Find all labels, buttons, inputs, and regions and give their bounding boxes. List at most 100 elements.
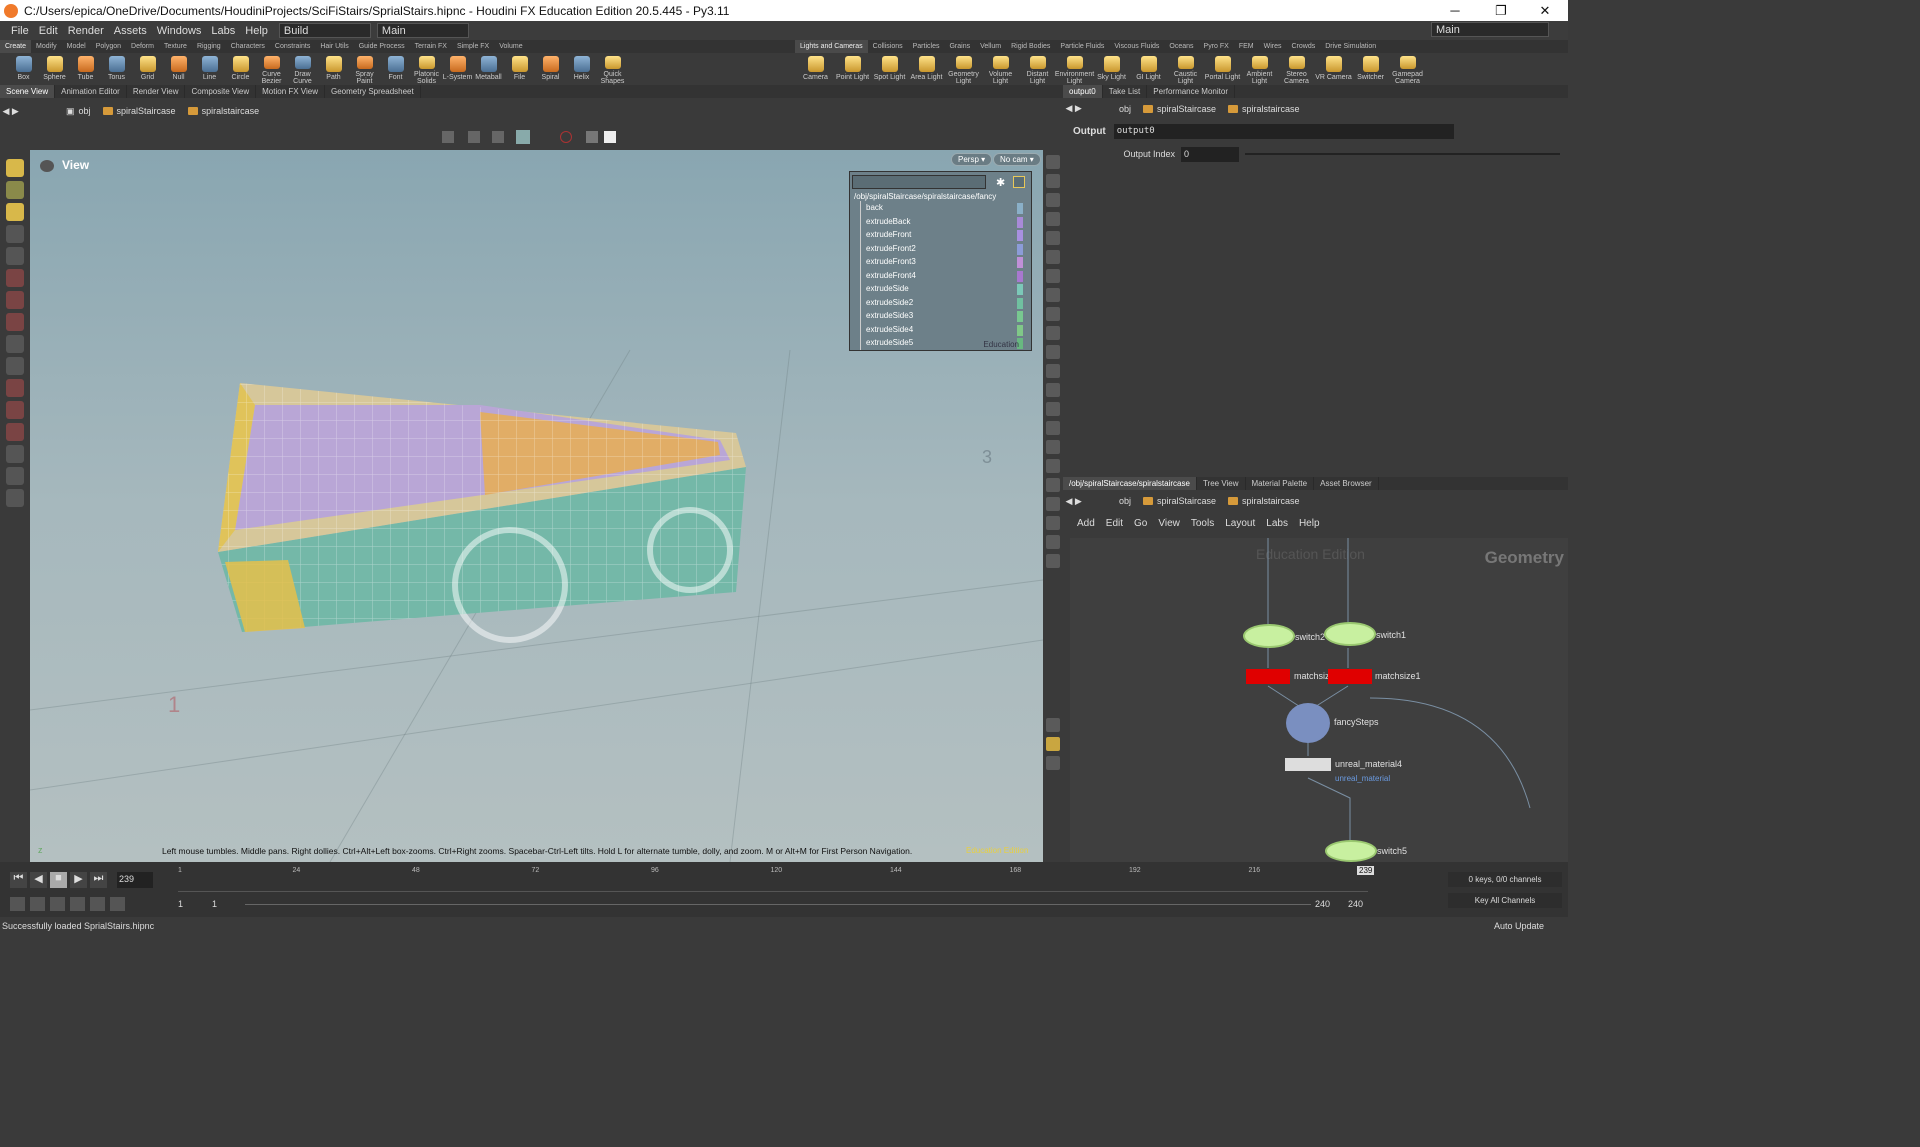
network-canvas[interactable]: Education Edition Geometry switch2 switc… xyxy=(1070,538,1568,862)
display-options-icon[interactable] xyxy=(1046,155,1060,169)
light-tool-4[interactable]: Geometry Light xyxy=(945,53,982,85)
build-select[interactable]: Build xyxy=(278,23,371,38)
shelf-tab-7[interactable]: Characters xyxy=(226,40,270,53)
parm-tab-2[interactable]: Performance Monitor xyxy=(1147,85,1235,98)
panel-tab-3[interactable]: Composite View xyxy=(185,85,257,98)
tool-17[interactable]: Spiral xyxy=(535,53,566,85)
timeline-ruler[interactable]: 1 24 48 72 96 120 144 168 192 216 xyxy=(178,867,1368,892)
light-tool-13[interactable]: Stereo Camera xyxy=(1278,53,1315,85)
key-all-channels-select[interactable]: Key All Channels xyxy=(1448,893,1562,908)
pose-icon[interactable] xyxy=(6,335,24,353)
shelf-tab-right-10[interactable]: FEM xyxy=(1234,40,1259,53)
group-item-2[interactable]: extrudeFront xyxy=(850,228,1031,242)
matchsize2-node[interactable] xyxy=(1246,669,1290,684)
loop-icon[interactable] xyxy=(50,897,65,911)
visibility-icon[interactable] xyxy=(1046,212,1060,226)
switch1-node[interactable] xyxy=(1326,624,1374,644)
shelf-tab-right-5[interactable]: Rigid Bodies xyxy=(1006,40,1055,53)
shelf-tab-right-9[interactable]: Pyro FX xyxy=(1199,40,1234,53)
normal-icon[interactable] xyxy=(1046,402,1060,416)
parm-tab-1[interactable]: Take List xyxy=(1103,85,1148,98)
parm-crumb-node2[interactable]: spiralstaircase xyxy=(1222,104,1306,114)
render-icon[interactable] xyxy=(1046,307,1060,321)
menu-file[interactable]: File xyxy=(6,25,34,37)
tool-14[interactable]: L-System xyxy=(442,53,473,85)
shelf-tab-10[interactable]: Guide Process xyxy=(354,40,410,53)
tool-a-icon[interactable] xyxy=(442,131,454,143)
eye-icon[interactable] xyxy=(6,445,24,463)
group-item-8[interactable]: extrudeSide3 xyxy=(850,309,1031,323)
tool-0[interactable]: Box xyxy=(8,53,39,85)
tool-c-icon[interactable] xyxy=(492,131,504,143)
camera-icon[interactable] xyxy=(40,159,54,172)
stop-button[interactable]: ■ xyxy=(50,872,67,888)
shelf-tab-right-0[interactable]: Lights and Cameras xyxy=(795,40,868,53)
net-crumb-node1[interactable]: spiralStaircase xyxy=(1137,496,1222,506)
record-icon[interactable] xyxy=(560,131,572,143)
light-tool-14[interactable]: VR Camera xyxy=(1315,53,1352,85)
start-frame[interactable]: 1 xyxy=(178,899,183,909)
group-item-7[interactable]: extrudeSide2 xyxy=(850,295,1031,310)
edge-icon[interactable] xyxy=(1046,364,1060,378)
shelf-tab-right-12[interactable]: Crowds xyxy=(1287,40,1321,53)
shelf-tab-2[interactable]: Model xyxy=(62,40,91,53)
crumb-spiralstaircase-sop[interactable]: spiralstaircase xyxy=(182,106,266,116)
menu-labs[interactable]: Labs xyxy=(206,25,240,37)
wire-icon[interactable] xyxy=(1046,497,1060,511)
tool-3[interactable]: Torus xyxy=(101,53,132,85)
shelf-tab-6[interactable]: Rigging xyxy=(192,40,226,53)
menu-help[interactable]: Help xyxy=(240,25,273,37)
select-icon[interactable] xyxy=(6,181,24,199)
shelf-tab-11[interactable]: Terrain FX xyxy=(410,40,452,53)
maximize-button[interactable]: ❐ xyxy=(1478,0,1524,21)
auto-update-select[interactable]: Auto Update xyxy=(1494,921,1544,931)
lock-icon[interactable] xyxy=(6,247,24,265)
light-tool-10[interactable]: Caustic Light xyxy=(1167,53,1204,85)
network-tab-2[interactable]: Material Palette xyxy=(1246,477,1315,490)
range-icon[interactable] xyxy=(110,897,125,911)
switch2-node[interactable] xyxy=(1245,626,1293,646)
crumb-spiralstaircase[interactable]: spiralStaircase xyxy=(97,106,182,116)
light-tool-5[interactable]: Volume Light xyxy=(982,53,1019,85)
crumb-obj[interactable]: ▣ obj xyxy=(60,106,97,117)
light-tool-3[interactable]: Area Light xyxy=(908,53,945,85)
light-tool-7[interactable]: Environment Light xyxy=(1055,53,1094,85)
matchsize1-node[interactable] xyxy=(1328,669,1372,684)
material-node[interactable] xyxy=(1285,758,1331,771)
shelf-tab-5[interactable]: Texture xyxy=(159,40,192,53)
end-frame[interactable]: 240 xyxy=(1315,899,1330,909)
net-back-forward-icon[interactable]: ◀ ▶ xyxy=(1063,496,1113,507)
shelf-tab-right-11[interactable]: Wires xyxy=(1259,40,1287,53)
shade-icon[interactable] xyxy=(1046,459,1060,473)
tool-11[interactable]: Spray Paint xyxy=(349,53,380,85)
play-button[interactable]: ▶ xyxy=(70,872,87,888)
group-item-0[interactable]: back xyxy=(850,201,1031,215)
shelf-tab-8[interactable]: Constraints xyxy=(270,40,315,53)
bulb-icon[interactable] xyxy=(1046,269,1060,283)
switch5-node[interactable] xyxy=(1327,842,1375,860)
panel-tab-5[interactable]: Geometry Spreadsheet xyxy=(325,85,421,98)
light-tool-6[interactable]: Distant Light xyxy=(1019,53,1056,85)
snapshot-icon[interactable] xyxy=(1046,554,1060,568)
sync-icon[interactable] xyxy=(70,897,85,911)
rotate-icon[interactable] xyxy=(6,291,24,309)
flipbook-icon[interactable] xyxy=(1046,326,1060,340)
scale-icon[interactable] xyxy=(6,313,24,331)
tool-1[interactable]: Sphere xyxy=(39,53,70,85)
desktop-select[interactable]: Main xyxy=(376,23,469,38)
gear-icon[interactable]: ✱ xyxy=(996,176,1005,189)
net-menu-3[interactable]: View xyxy=(1158,518,1180,529)
texture-icon[interactable] xyxy=(1046,516,1060,530)
light-tool-16[interactable]: Gamepad Camera xyxy=(1389,53,1426,85)
pin-icon[interactable] xyxy=(1013,176,1026,188)
shelf-tab-right-1[interactable]: Collisions xyxy=(868,40,908,53)
fancysteps-node[interactable] xyxy=(1286,703,1330,743)
shelf-tab-3[interactable]: Polygon xyxy=(91,40,126,53)
light-tool-9[interactable]: GI Light xyxy=(1130,53,1167,85)
net-menu-7[interactable]: Help xyxy=(1299,518,1320,529)
sphere-icon[interactable] xyxy=(1046,231,1060,245)
light-tool-8[interactable]: Sky Light xyxy=(1093,53,1130,85)
number-icon[interactable] xyxy=(1046,383,1060,397)
tool-12[interactable]: Font xyxy=(380,53,411,85)
net-crumb-node2[interactable]: spiralstaircase xyxy=(1222,496,1306,506)
